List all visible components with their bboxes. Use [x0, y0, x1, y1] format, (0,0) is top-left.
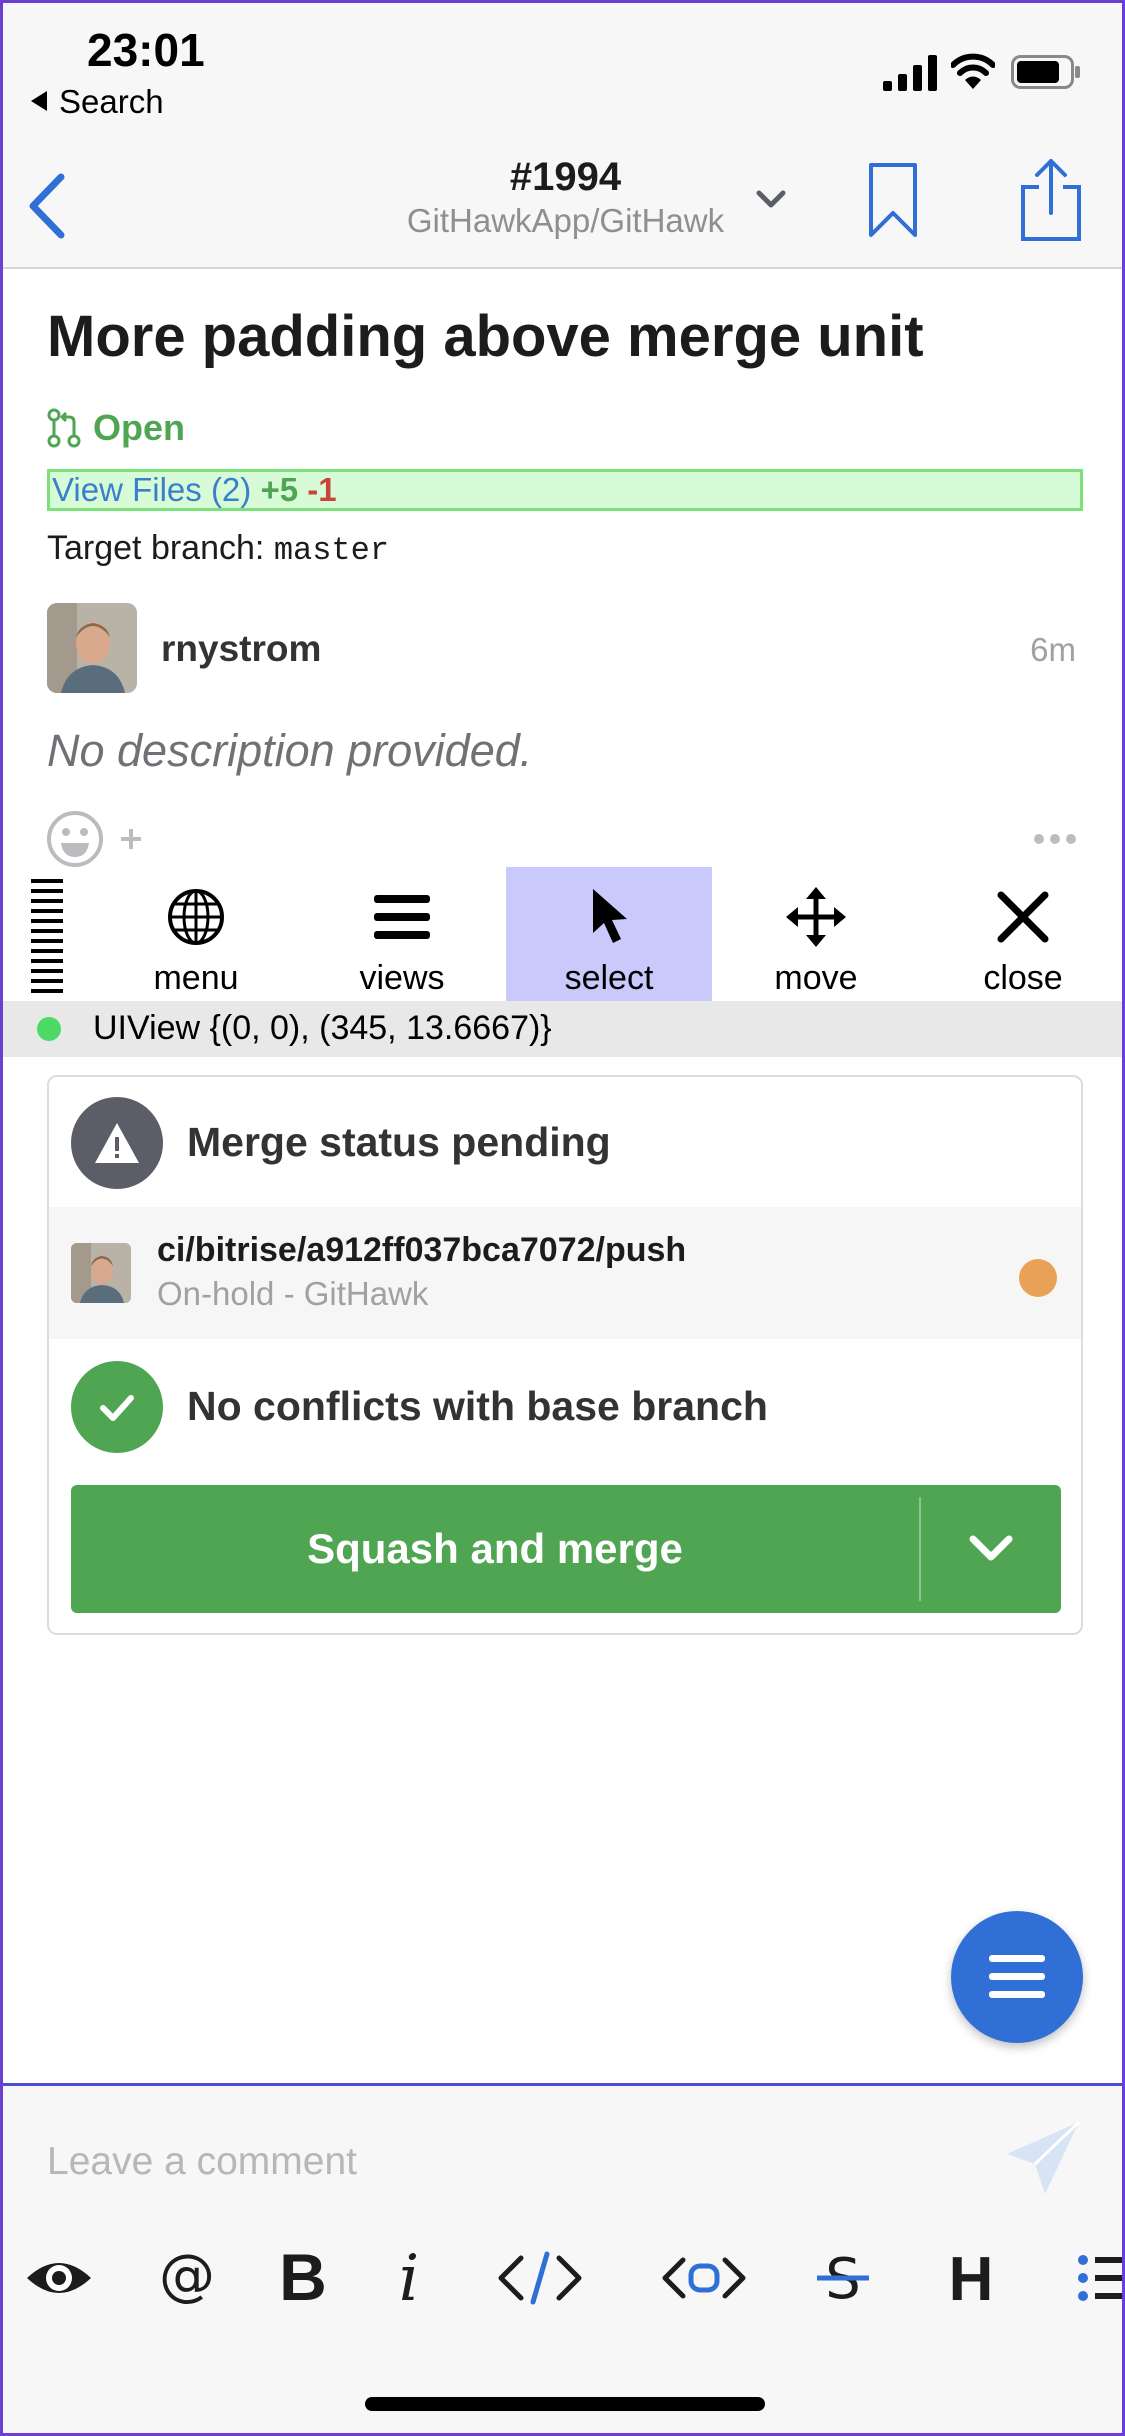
no-conflicts-badge: [71, 1361, 163, 1453]
flex-select-button[interactable]: select: [506, 867, 712, 1001]
battery-icon: [1011, 55, 1080, 89]
send-icon[interactable]: [1003, 2116, 1083, 2200]
no-conflicts-title: No conflicts with base branch: [187, 1383, 768, 1429]
eye-icon: [27, 2263, 91, 2293]
issue-state: Open: [47, 407, 185, 449]
inline-code-button[interactable]: [495, 2238, 585, 2318]
issue-number: #1994: [509, 155, 622, 199]
code-icon: [498, 2251, 582, 2305]
flex-debug-toolbar: menu views select move close: [3, 867, 1122, 1001]
bookmark-icon[interactable]: [867, 161, 919, 239]
svg-text:i: i: [399, 2242, 419, 2316]
strikethrough-icon: S: [817, 2247, 869, 2312]
issue-title: More padding above merge unit: [47, 304, 924, 369]
merge-button-group: Squash and merge: [71, 1485, 1061, 1613]
flex-menu-button[interactable]: menu: [93, 867, 299, 1001]
preview-button[interactable]: [23, 2238, 95, 2318]
chevron-down-icon[interactable]: [755, 189, 787, 211]
merge-type-dropdown-button[interactable]: [921, 1485, 1061, 1613]
deletions-count: -1: [307, 471, 337, 508]
pending-status-dot: [1019, 1259, 1057, 1297]
more-options-icon[interactable]: [1033, 831, 1077, 847]
selection-info-text: UIView {(0, 0), (345, 13.6667)}: [93, 1009, 552, 1047]
add-reaction-icon[interactable]: [47, 809, 147, 869]
navigation-bar: #1994 GitHawkApp/GitHawk: [3, 143, 1122, 269]
globe-icon: [168, 889, 224, 945]
target-branch-label: Target branch:: [47, 529, 265, 567]
warning-icon: [95, 1123, 139, 1163]
heading-button[interactable]: H: [943, 2238, 999, 2318]
list-icon: [1078, 2255, 1122, 2301]
move-arrows-icon: [786, 887, 846, 947]
status-bar: 23:01 Search: [3, 3, 1122, 143]
person-photo-icon: [71, 1243, 131, 1303]
hamburger-icon: [374, 895, 430, 939]
back-triangle-icon: [31, 91, 47, 111]
flex-close-button[interactable]: close: [920, 867, 1122, 1001]
wifi-icon: [951, 53, 995, 89]
flex-select-label: select: [564, 959, 654, 997]
actions-fab-button[interactable]: [951, 1911, 1083, 2043]
squash-and-merge-button[interactable]: Squash and merge: [71, 1525, 919, 1573]
hamburger-icon: [989, 1955, 1045, 1998]
issue-description: No description provided.: [47, 725, 533, 776]
drag-grip-icon[interactable]: [31, 875, 63, 995]
italic-icon: i: [399, 2242, 419, 2316]
flex-views-label: views: [359, 959, 445, 997]
strikethrough-button[interactable]: S: [815, 2238, 871, 2318]
back-to-search-button[interactable]: Search: [31, 83, 164, 121]
list-button[interactable]: [1077, 2238, 1122, 2318]
merge-status-badge: [71, 1097, 163, 1189]
code-block-icon: [662, 2257, 746, 2299]
selection-info-bar: UIView {(0, 0), (345, 13.6667)}: [3, 1001, 1122, 1057]
flex-menu-label: menu: [153, 959, 239, 997]
author-avatar[interactable]: [47, 603, 137, 693]
bold-icon: B: [279, 2240, 327, 2314]
author-name[interactable]: rnystrom: [161, 628, 321, 670]
view-files-label: View Files (2): [52, 471, 252, 508]
merge-status-title: Merge status pending: [187, 1119, 611, 1165]
mention-icon: @: [159, 2243, 215, 2308]
home-indicator[interactable]: [365, 2397, 765, 2411]
repo-name: GitHawkApp/GitHawk: [406, 202, 725, 239]
heading-icon: H: [949, 2245, 994, 2314]
person-photo-icon: [47, 603, 137, 693]
svg-text:B: B: [279, 2240, 327, 2314]
share-icon[interactable]: [1019, 157, 1083, 243]
bold-button[interactable]: B: [275, 2238, 331, 2318]
issue-state-label: Open: [93, 407, 186, 448]
app-window: 23:01 Search #1994 GitHawkApp/GitHawk Mo…: [0, 0, 1125, 2436]
code-block-button[interactable]: [659, 2238, 749, 2318]
pull-request-icon: [47, 408, 81, 448]
status-time: 23:01: [87, 24, 205, 76]
cursor-arrow-icon: [593, 889, 627, 943]
flex-move-label: move: [774, 959, 858, 997]
ci-context: ci/bitrise/a912ff037bca7072/push: [157, 1231, 687, 1269]
comment-input[interactable]: Leave a comment: [47, 2140, 357, 2184]
additions-count: +5: [260, 471, 299, 508]
flex-move-button[interactable]: move: [713, 867, 919, 1001]
chevron-down-icon: [969, 1535, 1013, 1561]
ci-avatar: [71, 1243, 131, 1303]
comment-time: 6m: [1030, 631, 1076, 668]
flex-views-button[interactable]: views: [299, 867, 505, 1001]
mention-button[interactable]: @: [155, 2238, 219, 2318]
view-files-button[interactable]: View Files (2) +5 -1: [47, 469, 1083, 511]
cellular-signal-icon: [883, 55, 937, 91]
ci-description: On-hold - GitHawk: [157, 1275, 429, 1312]
flex-close-label: close: [983, 959, 1063, 997]
target-branch-name: master: [273, 532, 390, 569]
close-x-icon: [997, 891, 1049, 943]
nav-title[interactable]: #1994 GitHawkApp/GitHawk: [3, 155, 1122, 240]
back-search-label: Search: [59, 83, 164, 120]
svg-text:H: H: [949, 2245, 994, 2314]
comment-composer: Leave a comment @ B i S H: [3, 2083, 1122, 2433]
checkmark-icon: [100, 1395, 134, 1421]
ci-status-row[interactable]: ci/bitrise/a912ff037bca7072/push On-hold…: [49, 1207, 1081, 1339]
status-dot: [37, 1017, 61, 1041]
target-branch: Target branch: master: [47, 529, 389, 569]
merge-card: Merge status pending ci/bitrise/a912ff03…: [47, 1075, 1083, 1635]
svg-text:@: @: [159, 2243, 215, 2308]
italic-button[interactable]: i: [389, 2238, 429, 2318]
